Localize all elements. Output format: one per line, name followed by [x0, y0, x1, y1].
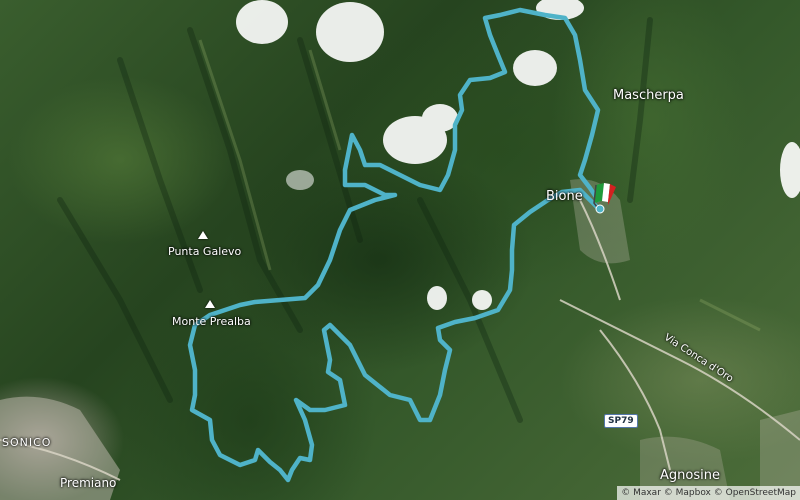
place-label-punta-galevo: Punta Galevo [168, 245, 242, 258]
map-attribution[interactable]: © Maxar © Mapbox © OpenStreetMap [617, 486, 800, 500]
peak-icon [198, 231, 208, 239]
place-label-sonico: SONICO [2, 436, 52, 449]
route-track [187, 7, 603, 483]
road-badge-sp79: SP79 [604, 414, 638, 428]
place-label-monte-prealba: Monte Prealba [172, 315, 251, 328]
route-layer [187, 7, 603, 483]
place-label-mascherpa: Mascherpa [613, 88, 684, 103]
place-label-agnosine: Agnosine [660, 468, 720, 483]
satellite-map[interactable]: Mascherpa Bione Punta Galevo Monte Preal… [0, 0, 800, 500]
peak-icon [205, 300, 215, 308]
start-finish-flag-icon[interactable] [590, 181, 618, 215]
place-label-premiano: Premiano [60, 476, 117, 490]
place-label-bione: Bione [546, 189, 583, 204]
